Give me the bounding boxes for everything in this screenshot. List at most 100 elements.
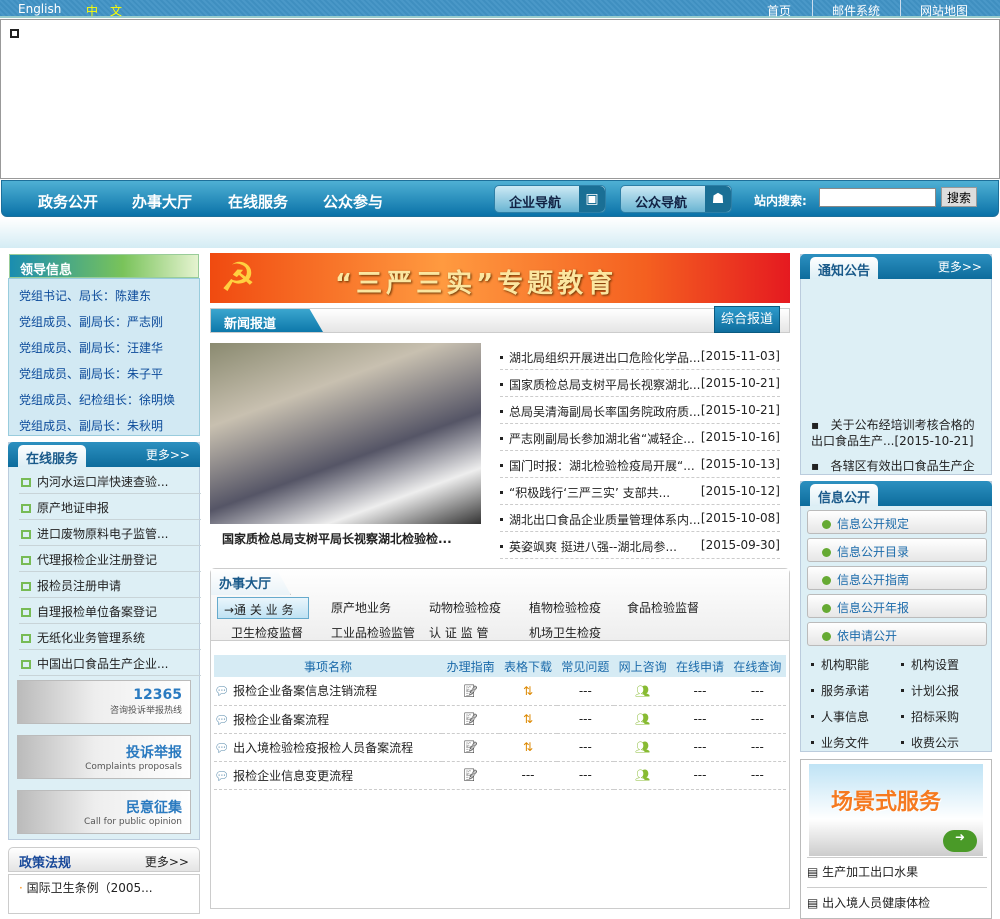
info-button[interactable]: 信息公开规定	[807, 510, 987, 534]
info-button[interactable]: 信息公开目录	[807, 538, 987, 562]
apply-cell: ---	[693, 683, 707, 698]
info-button[interactable]: 信息公开年报	[807, 594, 987, 618]
leaders-header: 领导信息	[9, 254, 199, 278]
leader-item[interactable]: 党组成员、副局长：朱子平	[19, 365, 163, 382]
news-item[interactable]: 湖北出口食品企业质量管理体系内... [2015-10-08]	[500, 505, 780, 532]
info-link[interactable]: 招标采购	[901, 708, 959, 725]
info-link[interactable]: 人事信息	[811, 708, 869, 725]
hall-tab[interactable]: →通 关 业 务	[217, 597, 309, 619]
download-icon[interactable]: ⇅	[499, 677, 556, 705]
mail-link[interactable]: 邮件系统	[832, 2, 880, 19]
search-button[interactable]: 搜索	[941, 187, 977, 207]
home-link[interactable]: 首页	[767, 2, 791, 19]
notice-item[interactable]: ▪ 关于公布经培训考核合格的出口食品生产...[2015-10-21]	[811, 417, 983, 449]
news-item[interactable]: 总局吴清海副局长率国务院政府质... [2015-10-21]	[500, 397, 780, 424]
consult-icon[interactable]: 👥︎	[614, 733, 671, 761]
info-link[interactable]: 收费公示	[901, 734, 959, 751]
hall-tab[interactable]: 植物检验检疫	[529, 599, 601, 616]
info-link[interactable]: 服务承诺	[811, 682, 869, 699]
info-link[interactable]: 计划公报	[901, 682, 959, 699]
info-link[interactable]: 机构职能	[811, 656, 869, 673]
nav-service-hall[interactable]: 办事大厅	[132, 191, 192, 212]
leader-item[interactable]: 党组成员、副局长：朱秋明	[19, 417, 163, 434]
info-link[interactable]: 机构设置	[901, 656, 959, 673]
download-icon[interactable]: ⇅	[499, 733, 556, 761]
notice-more-link[interactable]: 更多>>	[938, 258, 982, 275]
hall-tab[interactable]: 认 证 监 管	[429, 624, 488, 641]
hall-tab[interactable]: 卫生检疫监督	[231, 624, 303, 641]
news-photo[interactable]	[210, 343, 481, 524]
nav-gov-affairs[interactable]: 政务公开	[38, 191, 98, 212]
scene-item[interactable]: ▤ 出入境人员健康体检	[807, 887, 987, 911]
leader-item[interactable]: 党组成员、副局长：汪建华	[19, 339, 163, 356]
service-item[interactable]: 自理报检单位备案登记	[19, 598, 201, 624]
photo-caption[interactable]: 国家质检总局支树平局长视察湖北检验检...	[222, 530, 452, 547]
scene-item[interactable]: ▤ 生产加工出口水果	[807, 857, 987, 880]
query-cell: ---	[750, 712, 764, 726]
service-item[interactable]: 代理报检企业注册登记	[19, 546, 201, 572]
leader-item[interactable]: 党组书记、局长：陈建东	[19, 287, 151, 304]
plus-icon	[822, 604, 831, 613]
news-header: 新闻报道 综合报道	[210, 306, 790, 333]
consult-icon[interactable]: 👥︎	[614, 705, 671, 733]
item-name-cell[interactable]: 💬︎ 报检企业备案流程	[214, 705, 442, 733]
policy-item[interactable]: · 国际卫生条例（2005...	[19, 879, 153, 896]
tab-general-reports[interactable]: 综合报道	[714, 306, 780, 333]
enterprise-nav-button[interactable]: 企业导航 ▣	[494, 185, 606, 213]
sitemap-link[interactable]: 网站地图	[920, 2, 968, 19]
guide-icon[interactable]: 📝︎	[442, 761, 499, 789]
scene-service-banner[interactable]: 场景式服务 ➜	[809, 764, 983, 856]
download-icon[interactable]: ⇅	[499, 705, 556, 733]
leader-item[interactable]: 党组成员、副局长：严志刚	[19, 313, 163, 330]
service-item[interactable]: 中国出口食品生产企业...	[19, 650, 201, 676]
plugin-placeholder-icon	[10, 29, 19, 38]
hall-tab[interactable]: 原产地业务	[331, 599, 391, 616]
column-header: 在线查询	[733, 659, 782, 674]
consult-icon[interactable]: 👥︎	[614, 761, 671, 789]
policy-more-link[interactable]: 更多>>	[145, 853, 189, 870]
online-more-link[interactable]: 更多>>	[146, 446, 190, 463]
guide-icon[interactable]: 📝︎	[442, 733, 499, 761]
leader-item[interactable]: 党组成员、纪检组长：徐明焕	[19, 391, 175, 408]
service-hall-panel: 办事大厅 →通 关 业 务 原产地业务 动物检验检疫 植物检验检疫 食品检验监督 卫生检疫…	[210, 568, 790, 909]
consult-icon[interactable]: 👥︎	[614, 677, 671, 705]
item-name-cell[interactable]: 💬︎ 报检企业备案信息注销流程	[214, 677, 442, 705]
plus-icon	[822, 632, 831, 641]
service-item[interactable]: 原产地证申报	[19, 494, 201, 520]
search-input[interactable]	[819, 188, 936, 207]
news-item[interactable]: 严志刚副局长参加湖北省“减轻企... [2015-10-16]	[500, 424, 780, 451]
news-item[interactable]: 湖北局组织开展进出口危险化学品... [2015-11-03]	[500, 343, 780, 370]
item-name-cell[interactable]: 💬︎ 出入境检验检疫报检人员备案流程	[214, 733, 442, 761]
info-button[interactable]: 依申请公开	[807, 622, 987, 646]
nav-online-service[interactable]: 在线服务	[228, 191, 288, 212]
guide-icon[interactable]: 📝︎	[442, 705, 499, 733]
plus-icon	[822, 548, 831, 557]
item-name-cell[interactable]: 💬︎ 报检企业信息变更流程	[214, 761, 442, 789]
news-item[interactable]: 国门时报：湖北检验检疫局开展“... [2015-10-13]	[500, 451, 780, 478]
notice-item[interactable]: ▪ 各辖区有效出口食品生产企	[811, 458, 983, 474]
party-emblem-icon: ☭	[220, 255, 256, 301]
news-item[interactable]: 英姿飒爽 挺进八强--湖北局参... [2015-09-30]	[500, 532, 780, 559]
guide-icon[interactable]: 📝︎	[442, 677, 499, 705]
hall-tab[interactable]: 工业品检验监管	[331, 624, 415, 641]
english-link[interactable]: English	[18, 2, 61, 16]
opinion-banner[interactable]: 民意征集 Call for public opinion	[17, 790, 191, 834]
news-item[interactable]: “积极践行‘三严三实’ 支部共... [2015-10-12]	[500, 478, 780, 505]
hall-tab[interactable]: 机场卫生检疫	[529, 624, 601, 641]
service-item[interactable]: 报检员注册申请	[19, 572, 201, 598]
topic-banner[interactable]: ☭ “三严三实”专题教育	[210, 253, 790, 303]
chinese-link[interactable]: 中 文	[86, 2, 122, 19]
nav-public[interactable]: 公众参与	[323, 191, 383, 212]
hall-tab[interactable]: 食品检验监督	[627, 599, 699, 616]
news-item[interactable]: 国家质检总局支树平局长视察湖北... [2015-10-21]	[500, 370, 780, 397]
info-button[interactable]: 信息公开指南	[807, 566, 987, 590]
info-link[interactable]: 业务文件	[811, 734, 869, 751]
complaint-banner[interactable]: 投诉举报 Complaints proposals	[17, 735, 191, 779]
hotline-banner[interactable]: 12365 咨询投诉举报热线	[17, 680, 191, 724]
service-item[interactable]: 内河水运口岸快速查验...	[19, 468, 201, 494]
faq-cell: ---	[578, 768, 592, 782]
hall-tab[interactable]: 动物检验检疫	[429, 599, 501, 616]
service-item[interactable]: 进口废物原料电子监管...	[19, 520, 201, 546]
service-item[interactable]: 无纸化业务管理系统	[19, 624, 201, 650]
public-nav-button[interactable]: 公众导航 ☗	[620, 185, 732, 213]
